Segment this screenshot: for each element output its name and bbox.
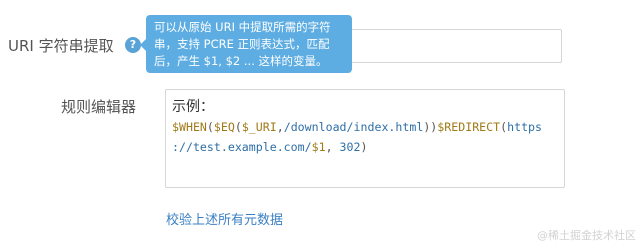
rule-editor-label: 规则编辑器 xyxy=(61,98,137,116)
help-tooltip: 可以从原始 URI 中提取所需的字符 串，支持 PCRE 正则表达式，匹配 后，… xyxy=(140,15,352,73)
code-token: $1 xyxy=(311,140,326,154)
code-token: $_URI xyxy=(241,120,277,134)
code-line-2: ://test.example.com/$1, 302) xyxy=(172,137,558,157)
code-token: , xyxy=(276,120,284,134)
code-token: $WHEN xyxy=(172,120,207,134)
tooltip-line: 可以从原始 URI 中提取所需的字符 xyxy=(154,20,331,34)
watermark: @稀土掘金技术社区 xyxy=(537,229,636,242)
code-token: $REDIRECT xyxy=(437,120,501,134)
example-label: 示例： xyxy=(172,99,214,115)
tooltip-arrow xyxy=(140,39,146,51)
code-token: /download/index.html xyxy=(283,120,424,134)
tooltip-line: 后，产生 $1, $2 ... 这样的变量。 xyxy=(154,54,328,68)
code-token: 302 xyxy=(332,140,361,154)
code-token: https xyxy=(507,120,543,134)
code-token: ) xyxy=(360,140,368,154)
validate-metadata-link[interactable]: 校验上述所有元数据 xyxy=(166,209,283,228)
code-token: )) xyxy=(423,120,438,134)
rule-editor-textarea[interactable]: 示例： $WHEN($EQ($_URI,/download/index.html… xyxy=(165,89,565,188)
help-icon[interactable]: ? xyxy=(125,37,141,53)
code-line-1: $WHEN($EQ($_URI,/download/index.html))$R… xyxy=(172,117,558,137)
code-token: ( xyxy=(234,120,242,134)
code-token: ( xyxy=(206,120,214,134)
code-token: , xyxy=(325,140,333,154)
uri-extract-label: URI 字符串提取 xyxy=(8,37,114,55)
tooltip-line: 串，支持 PCRE 正则表达式，匹配 xyxy=(154,37,330,51)
code-token: ://test.example.com/ xyxy=(172,140,312,154)
code-token: $EQ xyxy=(213,120,235,134)
